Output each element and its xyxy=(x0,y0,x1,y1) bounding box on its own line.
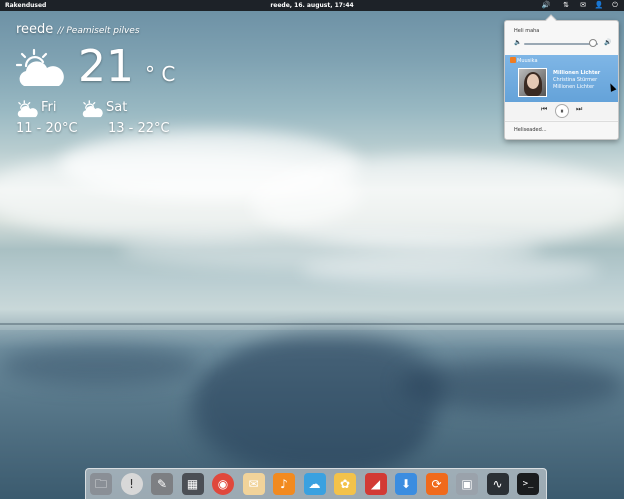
track-album: Millionen Lichter xyxy=(553,84,595,90)
track-artist: Christina Stürmer xyxy=(553,77,598,83)
top-panel: Rakendused reede, 16. august, 17:44 🔊 ⇅ … xyxy=(0,0,624,11)
volume-high-icon: 🔊 xyxy=(604,39,612,46)
volume-slider-handle[interactable] xyxy=(588,39,597,47)
weather-day: reede xyxy=(16,22,54,37)
user-icon[interactable]: 👤 xyxy=(594,1,604,10)
volume-slider[interactable] xyxy=(524,43,598,45)
workspaces-icon[interactable]: ▣ xyxy=(456,473,478,495)
software-center-icon[interactable]: ⬇ xyxy=(395,473,417,495)
network-icon[interactable]: ⇅ xyxy=(561,1,571,10)
text-editor-icon[interactable]: ✎ xyxy=(151,473,173,495)
forecast-day: Sat xyxy=(106,100,128,115)
music-icon[interactable]: ♪ xyxy=(273,473,295,495)
shotwell-icon[interactable]: ✿ xyxy=(334,473,356,495)
forecast-fri-icon xyxy=(17,100,38,118)
office-icon[interactable]: ◢ xyxy=(364,473,387,495)
panel-clock[interactable]: reede, 16. august, 17:44 xyxy=(0,0,624,11)
next-track-icon[interactable]: ⏭ xyxy=(576,105,582,114)
current-temperature: 21 xyxy=(78,41,134,92)
chrome-icon[interactable]: ◉ xyxy=(212,473,234,495)
forecast-range: 11 - 20°C xyxy=(16,121,78,136)
weather-header: reede // Peamiselt pilves xyxy=(16,22,140,37)
dock: 🗀! ✎ ▦ ◉ ✉ ♪ ☁ ✿ ◢ ⬇ ⟳ ▣ ∿ >_ xyxy=(85,468,547,499)
terminal-icon[interactable]: >_ xyxy=(517,473,539,495)
menu-separator xyxy=(505,121,618,122)
volume-icon[interactable]: 🔊 xyxy=(541,1,551,10)
mail-app-icon[interactable]: ✉ xyxy=(242,473,265,495)
mute-toggle-label[interactable]: Heli maha xyxy=(514,28,539,34)
sound-settings-item[interactable]: Heliseaded... xyxy=(514,127,547,133)
playback-controls: ⏮ ⏸ ⏭ xyxy=(505,102,618,120)
previous-track-icon[interactable]: ⏮ xyxy=(541,105,547,114)
update-manager-icon[interactable]: ⟳ xyxy=(425,473,448,495)
forecast-range: 13 - 22°C xyxy=(108,121,170,136)
music-app-icon xyxy=(510,57,516,63)
player-name[interactable]: Muusika xyxy=(517,58,538,64)
calculator-icon[interactable]: ▦ xyxy=(181,473,204,495)
power-icon[interactable]: ⏻ xyxy=(610,1,620,10)
notifications-icon[interactable]: ! xyxy=(120,473,143,495)
forecast-day: Fri xyxy=(41,100,57,115)
album-art xyxy=(518,68,547,97)
cloud-sync-icon[interactable]: ☁ xyxy=(303,473,326,495)
pause-icon[interactable]: ⏸ xyxy=(555,104,569,118)
weather-condition: // Peamiselt pilves xyxy=(57,26,140,36)
system-monitor-icon[interactable]: ∿ xyxy=(486,473,509,495)
forecast-sat-icon xyxy=(82,100,103,118)
partly-cloudy-icon xyxy=(16,48,64,86)
media-player[interactable]: Muusika Millionen Lichter Christina Stür… xyxy=(505,55,618,120)
mail-icon[interactable]: ✉ xyxy=(578,1,588,10)
temperature-unit: ° C xyxy=(145,62,176,86)
volume-low-icon: 🔈 xyxy=(514,39,522,46)
files-icon[interactable]: 🗀 xyxy=(90,473,112,495)
sound-menu-popover: Heli maha 🔈 🔊 Muusika Millionen Lichter … xyxy=(504,14,619,140)
track-title: Millionen Lichter xyxy=(553,70,601,76)
